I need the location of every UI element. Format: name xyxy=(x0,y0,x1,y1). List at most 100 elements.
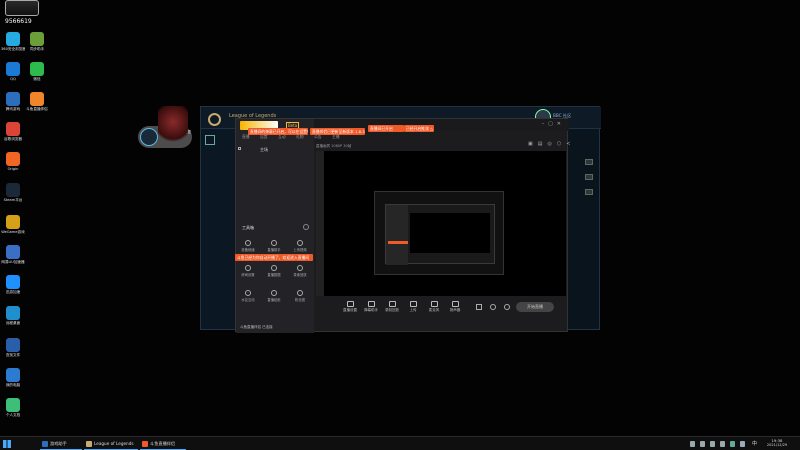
this-pc-icon[interactable]: 我的电脑 xyxy=(1,368,25,387)
toolbox-tool[interactable]: 准备就绪 xyxy=(239,240,257,252)
remote-desktop-icon[interactable]: 远程桌面 xyxy=(1,306,25,325)
notification-toast[interactable]: 直播间已开启 xyxy=(368,125,404,132)
uu-accelerator-icon[interactable]: 网易UU加速器 xyxy=(1,245,25,264)
network-icon[interactable] xyxy=(730,441,735,447)
corner-widget[interactable]: 9566619 xyxy=(2,0,42,30)
stream-preview[interactable] xyxy=(316,151,566,296)
bottom-tool[interactable]: 直播设置 xyxy=(340,299,360,313)
bottom-tool-label: 弹幕助手 xyxy=(364,308,378,312)
notification-toast[interactable]: 直播间的弹幕已开启，可以在设置中查看具体内容 xyxy=(248,128,308,135)
chrome-icon[interactable]: 谷歌浏览器 xyxy=(1,122,25,141)
notification-toast[interactable]: 斗鱼已经为你自动开播了，欢迎进入直播间 xyxy=(235,254,313,261)
desktop-icon-label: 个人文档 xyxy=(5,413,21,417)
start-stream-button[interactable]: 开始直播 xyxy=(516,302,554,312)
desktop-icon-label: 查找文件 xyxy=(5,353,21,357)
notification-toast[interactable]: 已经开启推流 △ xyxy=(404,125,434,132)
toolbox-title: 工具箱 xyxy=(242,225,254,230)
bottom-tool[interactable]: 扬声器 xyxy=(445,299,465,313)
toolbox-tool[interactable]: 粉丝团 xyxy=(291,290,309,302)
steam-icon[interactable]: Steam平台 xyxy=(1,183,25,202)
tool-label: 直播贴纸 xyxy=(267,298,281,302)
documents-glyph xyxy=(6,398,20,412)
volume-icon[interactable] xyxy=(740,441,745,447)
file-search-icon[interactable]: 查找文件 xyxy=(1,338,25,357)
xunyou-icon[interactable]: 迅游加速 xyxy=(1,275,25,294)
tool-icon xyxy=(245,265,251,271)
mirror-icon-strip xyxy=(316,151,324,296)
nested-banner xyxy=(388,241,408,244)
tool-label: 房间设置 xyxy=(241,273,255,277)
tray-icon-3[interactable] xyxy=(710,441,715,447)
taskbar-app-icon xyxy=(42,441,48,447)
toolbox-tool[interactable]: 水友互动 xyxy=(239,290,257,302)
steam-glyph xyxy=(6,183,20,197)
league-sidebar xyxy=(205,135,235,325)
friend-badge-1[interactable] xyxy=(585,159,593,165)
tool-label: 准备就绪 xyxy=(241,248,255,252)
connection-status: 斗鱼直播伴侣 已连接 xyxy=(240,325,273,329)
wegame-icon[interactable]: WeGame游戏 xyxy=(1,215,25,234)
tool-icon xyxy=(297,290,303,296)
desktop-icon-label: Origin xyxy=(7,167,19,171)
preview-info-resolution: 1080P 30帧 xyxy=(331,144,352,148)
settings-gear-icon[interactable] xyxy=(504,304,510,310)
taskbar-app[interactable]: 斗鱼直播伴侣 xyxy=(140,438,186,450)
sync-assistant-icon[interactable]: 同步助手 xyxy=(25,32,49,51)
toolbox-tool[interactable]: 上传视频 xyxy=(291,240,309,252)
desktop-icon-label: 同步助手 xyxy=(29,47,45,51)
bottom-toolbar: 直播设置 弹幕助手 录制回放 上传 麦克风 扬声器 开始直播 xyxy=(316,299,566,321)
clock[interactable]: 19:38 2021/12/29 xyxy=(763,438,791,448)
nested-window xyxy=(385,204,495,265)
toolbox-tool[interactable]: 房间设置 xyxy=(239,265,257,277)
record-icon[interactable] xyxy=(490,304,496,310)
bottom-tool-icon xyxy=(346,301,354,307)
toolbox-tool[interactable]: 直播贴纸 xyxy=(265,290,283,302)
refresh-icon[interactable] xyxy=(303,224,309,230)
tencent-games-glyph xyxy=(6,92,20,106)
tool-label: 直播数据 xyxy=(267,273,281,277)
360-browser-icon[interactable]: 360安全浏览器 xyxy=(1,32,25,51)
start-windows-icon[interactable] xyxy=(3,440,11,448)
taskbar-app-icon xyxy=(86,441,92,447)
taskbar-app-icon xyxy=(142,441,148,447)
taskbar-app[interactable]: League of Legends xyxy=(84,438,138,450)
tencent-games-icon[interactable]: 腾讯游戏 xyxy=(1,92,25,111)
friend-badge-3[interactable] xyxy=(585,189,593,195)
tray-icon-1[interactable] xyxy=(690,441,695,447)
desktop-icon-label: 远程桌面 xyxy=(5,321,21,325)
bottom-tool[interactable]: 上传 xyxy=(403,299,423,313)
toolbox-tool[interactable]: 录像回放 xyxy=(291,265,309,277)
douyu-icon[interactable]: 斗鱼直播伴侣 xyxy=(25,92,49,111)
bottom-tool-icon xyxy=(409,301,417,307)
scene-name[interactable]: 主场 xyxy=(260,147,268,153)
streaming-app-window[interactable]: Beta 主场 工具箱 准备就绪 直播助手 上传视频 房间设置 直播数据 录像回放 水友互动… xyxy=(235,118,570,333)
ime-language[interactable]: 中 xyxy=(752,440,757,447)
preview-action-icons[interactable]: ▣▤◎⬡≺ xyxy=(528,141,575,147)
friend-badge-2[interactable] xyxy=(585,174,593,180)
shield-icon[interactable] xyxy=(205,135,215,145)
documents-icon[interactable]: 个人文档 xyxy=(1,398,25,417)
bottom-tool[interactable]: 录制回放 xyxy=(382,299,402,313)
eye-icon[interactable] xyxy=(238,147,241,150)
notification-toast[interactable]: 直播伴侣已更新至新版本 1.8.3 xyxy=(310,128,365,135)
camera-icon[interactable] xyxy=(476,304,482,310)
champion-art xyxy=(158,106,188,146)
taskbar-app-label: 斗鱼直播伴侣 xyxy=(150,441,176,446)
taskbar-app[interactable]: 游戏助手 xyxy=(40,438,82,450)
window-controls[interactable]: –▢✕ xyxy=(542,121,565,127)
bottom-tool[interactable]: 麦克风 xyxy=(424,299,444,313)
wechat-icon[interactable]: 微信 xyxy=(25,62,49,81)
desktop-icon-label: Steam平台 xyxy=(3,198,23,202)
toolbox-tool[interactable]: 直播数据 xyxy=(265,265,283,277)
tool-label: 直播助手 xyxy=(267,248,281,252)
preview-toolbar: ▣▤◎⬡≺ xyxy=(448,141,570,149)
this-pc-glyph xyxy=(6,368,20,382)
tray-icon-4[interactable] xyxy=(720,441,725,447)
bottom-tool[interactable]: 弹幕助手 xyxy=(361,299,381,313)
league-logo-icon[interactable] xyxy=(208,113,221,126)
qq-icon[interactable]: QQ xyxy=(1,62,25,81)
toolbox-tool[interactable]: 直播助手 xyxy=(265,240,283,252)
bottom-tool-icon xyxy=(430,301,438,307)
tray-icon-2[interactable] xyxy=(700,441,705,447)
origin-icon[interactable]: Origin xyxy=(1,152,25,171)
